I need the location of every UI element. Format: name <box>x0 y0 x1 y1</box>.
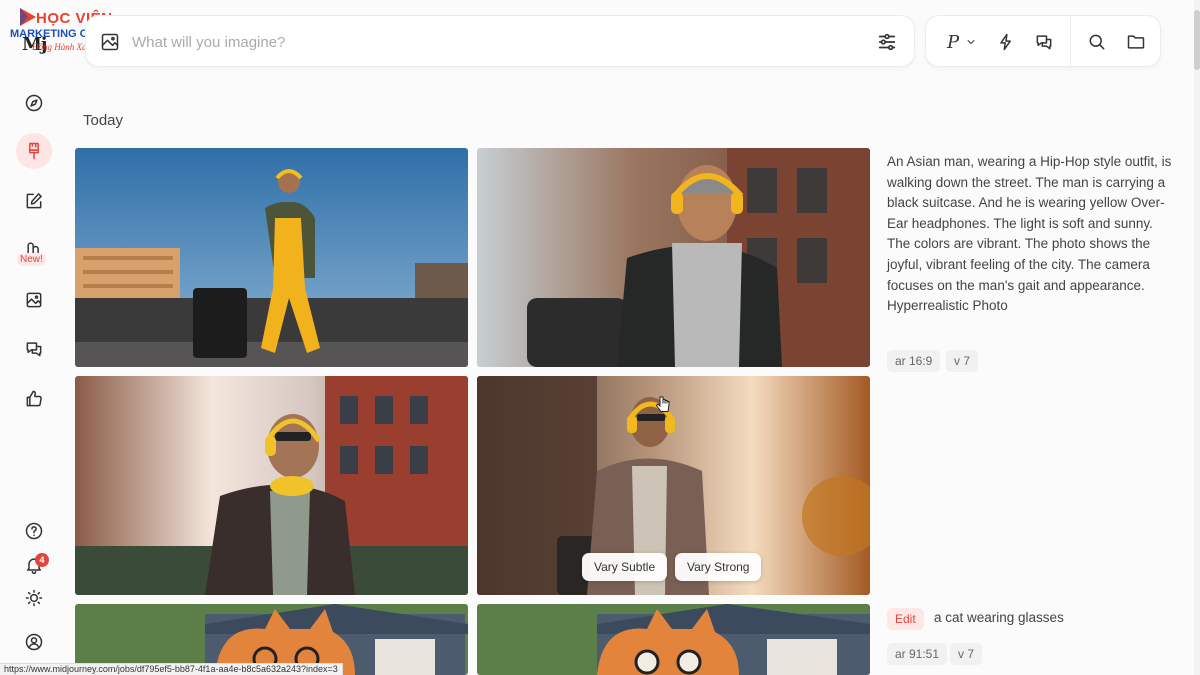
brush-icon <box>29 142 39 160</box>
prompt-bar <box>85 15 915 67</box>
hand-cursor-icon <box>656 396 670 412</box>
personalize-dropdown[interactable]: P <box>944 30 980 54</box>
generated-image-3 <box>75 376 468 595</box>
vary-subtle-button[interactable]: Vary Subtle <box>582 553 668 581</box>
personalize-label: P <box>946 31 960 53</box>
nav-account[interactable] <box>21 629 47 655</box>
folder-button[interactable] <box>1124 30 1148 54</box>
nav-create[interactable] <box>16 133 52 169</box>
image-tile-2[interactable] <box>477 148 870 367</box>
nav-explore[interactable] <box>21 90 47 116</box>
chevron-down-icon <box>967 40 975 44</box>
scrollbar-thumb[interactable] <box>1194 10 1200 70</box>
job1-prompt[interactable]: An Asian man, wearing a Hip-Hop style ou… <box>887 152 1177 317</box>
scrollbar[interactable] <box>1194 0 1200 675</box>
image-tile-6[interactable] <box>477 604 870 675</box>
notification-count-badge: 4 <box>35 553 49 567</box>
image-tile-3[interactable] <box>75 376 468 595</box>
version-chip[interactable]: v 7 <box>946 350 979 372</box>
new-badge: New! <box>17 253 46 266</box>
generated-image-1 <box>75 148 468 367</box>
image-prompt-icon[interactable] <box>100 32 120 52</box>
sun-icon <box>25 589 43 607</box>
compass-icon <box>25 94 43 112</box>
generated-image-2 <box>477 148 870 367</box>
toolbar: P <box>925 15 1161 67</box>
version-chip-2[interactable]: v 7 <box>950 643 983 665</box>
sidebar: Mj HỌC VIỆN MARKETING ONLINE Đồng Hành X… <box>0 0 125 675</box>
nav-organize[interactable] <box>21 287 47 313</box>
image-tile-4[interactable] <box>477 376 870 595</box>
nav-help[interactable] <box>21 518 47 544</box>
edit-icon <box>26 193 42 209</box>
vary-strong-button[interactable]: Vary Strong <box>675 553 762 581</box>
nav-rank[interactable] <box>21 386 47 412</box>
prompt-input[interactable] <box>132 28 832 56</box>
nav-chat[interactable] <box>21 336 47 362</box>
thumbs-up-icon <box>26 390 42 407</box>
lightning-icon <box>1000 33 1011 51</box>
aspect-ratio-chip[interactable]: ar 16:9 <box>887 350 941 372</box>
status-bar-url: https://www.midjourney.com/jobs/df795ef5… <box>0 663 343 675</box>
chat-mode-toggle[interactable] <box>1032 30 1056 54</box>
nav-edit[interactable] <box>21 188 47 214</box>
chat-icon <box>1036 35 1052 50</box>
generated-image-6 <box>477 604 870 675</box>
play-logo-icon <box>20 8 36 26</box>
section-title-today: Today <box>83 112 124 129</box>
speed-toggle[interactable] <box>994 30 1018 54</box>
aspect-ratio-chip-2[interactable]: ar 91:51 <box>887 643 948 665</box>
search-button[interactable] <box>1085 30 1109 54</box>
chat-icon <box>26 342 42 357</box>
image-tile-1[interactable] <box>75 148 468 367</box>
user-icon <box>25 633 43 651</box>
settings-sliders-icon[interactable] <box>876 31 898 53</box>
search-icon <box>1089 34 1105 50</box>
image-icon <box>26 292 42 308</box>
help-icon <box>25 522 43 540</box>
generated-image-4 <box>477 376 870 595</box>
edit-badge[interactable]: Edit <box>887 608 924 630</box>
job2-prompt[interactable]: a cat wearing glasses <box>934 610 1064 625</box>
toolbar-divider <box>1070 16 1071 66</box>
folder-icon <box>1127 35 1145 49</box>
nav-theme[interactable] <box>21 585 47 611</box>
